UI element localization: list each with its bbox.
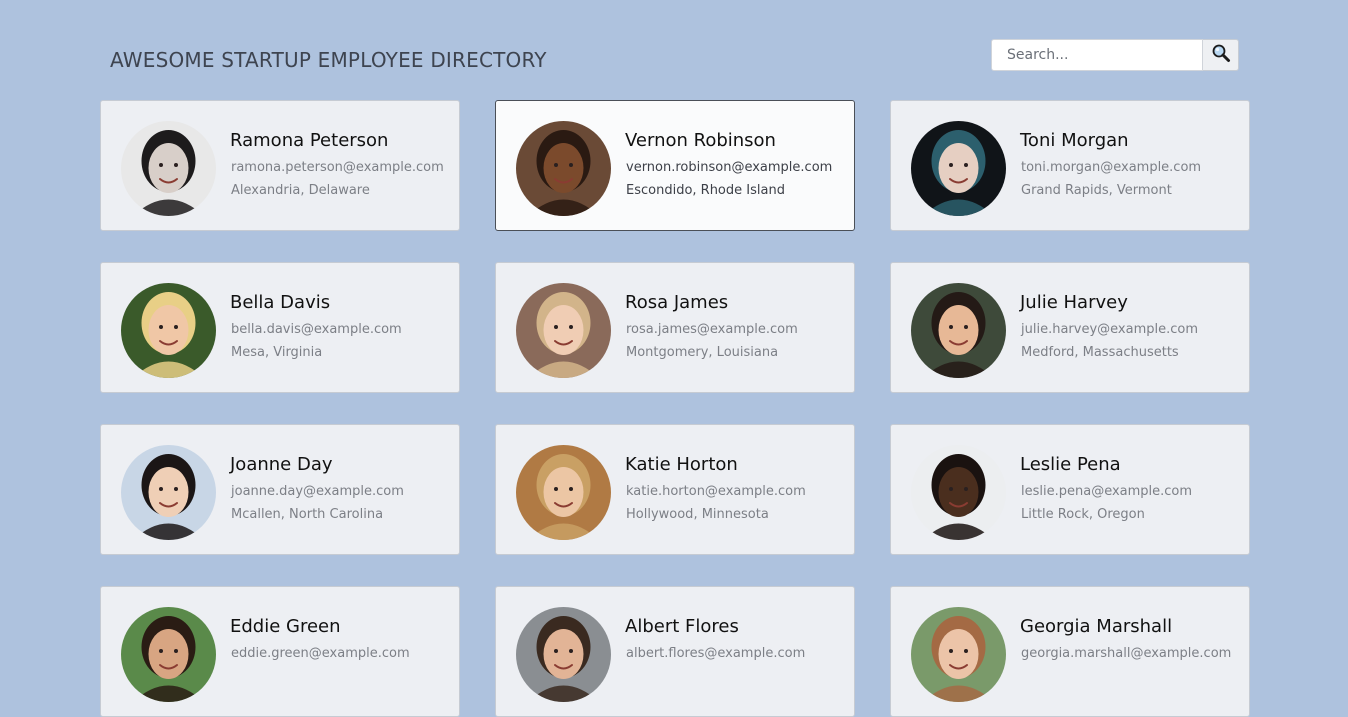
employee-card[interactable]: Eddie Green eddie.green@example.com xyxy=(100,586,460,717)
employee-email: georgia.marshall@example.com xyxy=(1021,646,1232,661)
employee-email: ramona.peterson@example.com xyxy=(231,160,444,175)
employee-name: Toni Morgan xyxy=(1020,130,1129,151)
page-title: AWESOME STARTUP EMPLOYEE DIRECTORY xyxy=(110,48,547,72)
employee-location: Medford, Massachusetts xyxy=(1021,345,1179,360)
employee-location: Alexandria, Delaware xyxy=(231,183,370,198)
employee-card[interactable]: Vernon Robinson vernon.robinson@example.… xyxy=(495,100,855,231)
avatar xyxy=(516,607,611,702)
employee-email: julie.harvey@example.com xyxy=(1021,322,1198,337)
search-button[interactable] xyxy=(1203,39,1239,71)
employee-email: toni.morgan@example.com xyxy=(1021,160,1202,175)
employee-card[interactable]: Toni Morgan toni.morgan@example.com Gran… xyxy=(890,100,1250,231)
employee-name: Rosa James xyxy=(625,292,729,313)
employee-name: Vernon Robinson xyxy=(625,130,776,151)
employee-card[interactable]: Ramona Peterson ramona.peterson@example.… xyxy=(100,100,460,231)
search-input[interactable] xyxy=(991,39,1203,71)
employee-email: bella.davis@example.com xyxy=(231,322,402,337)
employee-email: rosa.james@example.com xyxy=(626,322,798,337)
avatar xyxy=(911,445,1006,540)
employee-email: vernon.robinson@example.com xyxy=(626,160,833,175)
avatar xyxy=(911,607,1006,702)
magnifier-icon xyxy=(1211,43,1231,67)
employee-location: Escondido, Rhode Island xyxy=(626,183,785,198)
employee-email: leslie.pena@example.com xyxy=(1021,484,1193,499)
employee-name: Katie Horton xyxy=(625,454,738,475)
employee-name: Albert Flores xyxy=(625,616,739,637)
employee-location: Montgomery, Louisiana xyxy=(626,345,779,360)
avatar xyxy=(516,283,611,378)
employee-location: Mesa, Virginia xyxy=(231,345,323,360)
avatar xyxy=(121,121,216,216)
search-form xyxy=(991,39,1239,71)
employee-email: eddie.green@example.com xyxy=(231,646,410,661)
avatar xyxy=(121,445,216,540)
employee-name: Joanne Day xyxy=(230,454,333,475)
employee-name: Eddie Green xyxy=(230,616,341,637)
employee-card[interactable]: Georgia Marshall georgia.marshall@exampl… xyxy=(890,586,1250,717)
employee-name: Julie Harvey xyxy=(1020,292,1128,313)
employee-card[interactable]: Bella Davis bella.davis@example.com Mesa… xyxy=(100,262,460,393)
employee-location: Hollywood, Minnesota xyxy=(626,507,769,522)
employee-card[interactable]: Rosa James rosa.james@example.com Montgo… xyxy=(495,262,855,393)
employee-email: joanne.day@example.com xyxy=(231,484,404,499)
avatar xyxy=(516,445,611,540)
employee-name: Leslie Pena xyxy=(1020,454,1121,475)
avatar xyxy=(121,283,216,378)
employee-card[interactable]: Julie Harvey julie.harvey@example.com Me… xyxy=(890,262,1250,393)
avatar xyxy=(516,121,611,216)
employee-name: Ramona Peterson xyxy=(230,130,389,151)
employee-card[interactable]: Albert Flores albert.flores@example.com xyxy=(495,586,855,717)
employee-grid: Ramona Peterson ramona.peterson@example.… xyxy=(100,100,1250,717)
avatar xyxy=(911,283,1006,378)
employee-location: Little Rock, Oregon xyxy=(1021,507,1145,522)
employee-name: Georgia Marshall xyxy=(1020,616,1173,637)
avatar xyxy=(121,607,216,702)
employee-card[interactable]: Joanne Day joanne.day@example.com Mcalle… xyxy=(100,424,460,555)
employee-card[interactable]: Katie Horton katie.horton@example.com Ho… xyxy=(495,424,855,555)
employee-email: katie.horton@example.com xyxy=(626,484,806,499)
employee-location: Mcallen, North Carolina xyxy=(231,507,384,522)
employee-name: Bella Davis xyxy=(230,292,331,313)
employee-card[interactable]: Leslie Pena leslie.pena@example.com Litt… xyxy=(890,424,1250,555)
employee-email: albert.flores@example.com xyxy=(626,646,806,661)
employee-location: Grand Rapids, Vermont xyxy=(1021,183,1172,198)
avatar xyxy=(911,121,1006,216)
